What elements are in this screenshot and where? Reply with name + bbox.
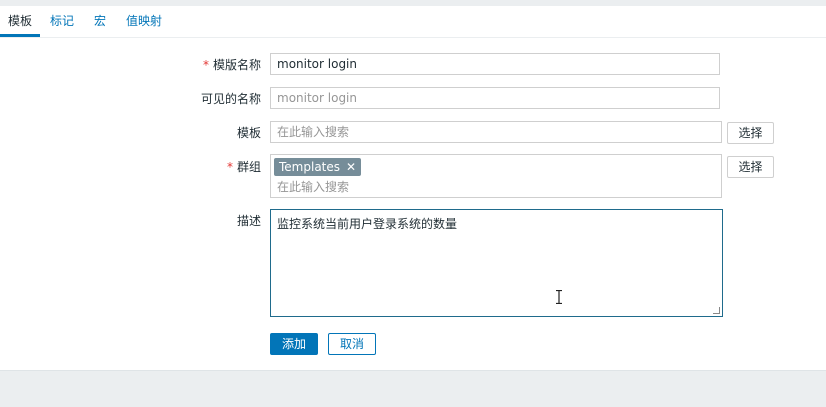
text-cursor-icon <box>556 290 562 304</box>
visible-name-input[interactable] <box>270 87 720 109</box>
required-mark: * <box>202 58 209 72</box>
description-textarea[interactable]: 监控系统当前用户登录系统的数量 <box>270 209 723 317</box>
add-button[interactable]: 添加 <box>270 333 318 355</box>
group-tag: Templates ✕ <box>274 158 362 176</box>
cancel-button[interactable]: 取消 <box>328 333 376 355</box>
form-panel: 模板 标记 宏 值映射 *模版名称 可见的名称 模板 选择 *群组 Templa… <box>0 6 826 371</box>
tab-macros[interactable]: 宏 <box>92 14 108 37</box>
tab-template[interactable]: 模板 <box>0 14 40 37</box>
remove-tag-icon[interactable]: ✕ <box>346 160 356 174</box>
groups-search-input[interactable]: 在此输入搜索 <box>277 178 349 195</box>
templates-search-input[interactable] <box>270 121 722 143</box>
required-mark: * <box>226 160 233 174</box>
template-name-label: * 模版名称 <box>202 58 261 72</box>
template-name-input[interactable] <box>270 53 720 75</box>
templates-select-button[interactable]: 选择 <box>727 122 774 144</box>
groups-label: * 群组 <box>226 160 261 174</box>
description-label: 描述 <box>236 214 261 228</box>
tab-tags[interactable]: 标记 <box>48 14 76 37</box>
groups-multiselect[interactable]: Templates ✕ 在此输入搜索 <box>270 154 722 198</box>
tab-value-mapping[interactable]: 值映射 <box>124 14 164 37</box>
groups-select-button[interactable]: 选择 <box>727 156 774 178</box>
visible-name-label: 可见的名称 <box>200 92 261 106</box>
resize-grip-icon[interactable] <box>713 307 720 314</box>
tab-bar: 模板 标记 宏 值映射 <box>0 6 826 38</box>
templates-label: 模板 <box>236 126 261 140</box>
